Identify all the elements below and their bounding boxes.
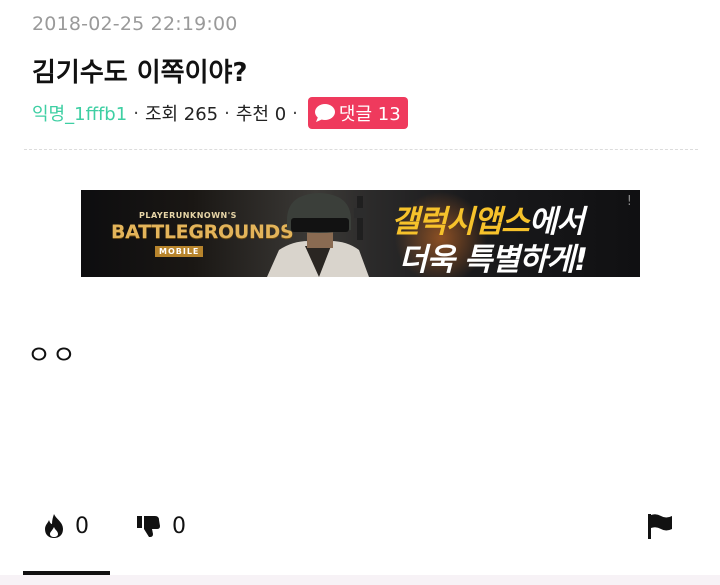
- speech-bubble-icon: [314, 104, 335, 122]
- post-actions: 0 0: [0, 505, 720, 547]
- flag-icon: [648, 514, 672, 539]
- thumbs-down-icon: [137, 516, 160, 537]
- dislike-button[interactable]: 0: [136, 505, 186, 547]
- author-name[interactable]: 익명_1fffb1: [32, 100, 127, 126]
- banner-logo-sub: MOBILE: [155, 246, 204, 257]
- ad-banner[interactable]: PLAYERUNKNOWN'S BATTLEGROUNDS MOBILE 갤럭시…: [81, 190, 640, 277]
- meta-separator: ·: [133, 102, 139, 124]
- post-meta: 익명_1fffb1 · 조회 265 · 추천 0 · 댓글 13: [32, 97, 408, 129]
- dislike-count: 0: [172, 513, 186, 539]
- header-divider: [24, 149, 698, 150]
- like-count: 0: [75, 513, 89, 539]
- like-button[interactable]: 0: [43, 505, 89, 547]
- report-button[interactable]: [646, 505, 674, 547]
- meta-separator: ·: [224, 102, 230, 124]
- fire-icon: [45, 514, 63, 538]
- post-title: 김기수도 이쪽이야?: [32, 58, 248, 88]
- bottom-strip: [0, 575, 720, 585]
- soldier-illustration: [267, 193, 369, 277]
- comment-count-badge[interactable]: 댓글 13: [307, 97, 408, 129]
- banner-promo-line2: 더욱 특별하게!: [399, 242, 588, 277]
- comment-count-label: 댓글 13: [338, 104, 401, 125]
- meta-separator: ·: [292, 102, 298, 124]
- banner-logo-top: PLAYERUNKNOWN'S: [139, 211, 237, 220]
- post-body: ㅇㅇ: [27, 341, 77, 371]
- post-timestamp: 2018-02-25 22:19:00: [32, 13, 238, 35]
- recommend-count: 추천 0: [235, 104, 287, 125]
- ad-marker[interactable]: !: [627, 194, 632, 209]
- view-count: 조회 265: [144, 104, 219, 125]
